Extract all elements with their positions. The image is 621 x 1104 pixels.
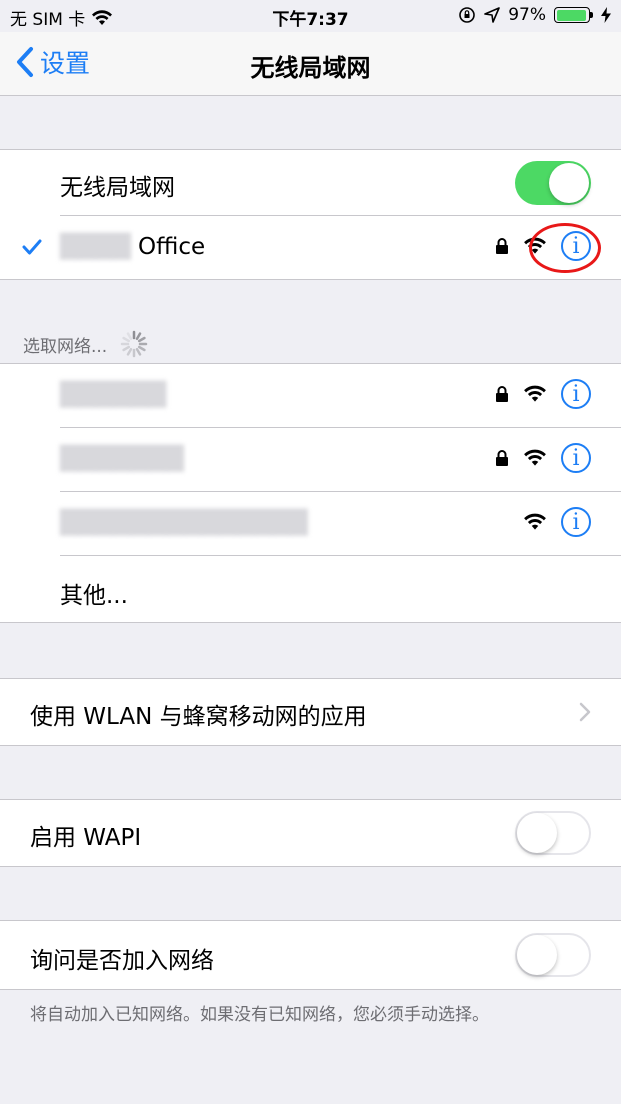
wapi-group: 启用 WAPI (0, 799, 621, 867)
navigation-bar: 设置 无线局域网 (0, 32, 621, 96)
wifi-toggle-label: 无线局域网 (60, 175, 175, 201)
wlan-apps-label: 使用 WLAN 与蜂窝移动网的应用 (30, 704, 367, 730)
network-name-redacted: ██████ (60, 382, 167, 408)
info-button[interactable]: i (561, 379, 591, 409)
network-name-redacted: ████ (60, 234, 131, 260)
apps-group: 使用 WLAN 与蜂窝移动网的应用 (0, 678, 621, 746)
wapi-row: 启用 WAPI (0, 800, 621, 866)
network-row[interactable]: ███████ i (0, 428, 621, 492)
choose-network-label: 选取网络... (23, 336, 108, 357)
toggle-knob (517, 935, 557, 975)
lock-icon (496, 238, 508, 254)
wifi-signal-icon (524, 385, 546, 402)
ask-join-group: 询问是否加入网络 (0, 920, 621, 990)
chevron-right-icon (579, 702, 591, 722)
other-network-label: 其他... (60, 583, 128, 609)
connected-network-row[interactable]: ████ Office i (0, 216, 621, 279)
battery-fill (556, 9, 586, 21)
network-row[interactable]: ██████████████ i (0, 492, 621, 556)
page-title: 无线局域网 (250, 54, 371, 82)
other-network-row[interactable]: 其他... (0, 556, 621, 622)
battery-percent: 97% (508, 5, 546, 25)
battery-icon (554, 7, 593, 23)
network-icons: i (495, 379, 591, 409)
choose-network-header: 选取网络... (23, 329, 149, 359)
ask-join-note: 将自动加入已知网络。如果没有已知网络，您必须手动选择。 (30, 1005, 489, 1025)
network-name-redacted: ██████████████ (60, 510, 308, 536)
highlight-circle (529, 223, 601, 273)
location-icon (484, 7, 501, 23)
wapi-label: 启用 WAPI (30, 825, 142, 851)
wapi-toggle[interactable] (515, 811, 591, 855)
lock-icon (496, 386, 508, 402)
orientation-lock-icon (459, 7, 476, 23)
ask-join-toggle[interactable] (515, 933, 591, 977)
status-right: 97% (458, 5, 611, 25)
toggle-knob (517, 813, 557, 853)
charging-bolt-icon (601, 7, 611, 23)
loading-spinner-icon (120, 330, 148, 358)
networks-group: ██████ i ███████ i ██████████████ i 其他..… (0, 363, 621, 623)
connected-network-name: Office (138, 234, 206, 260)
network-icons: i (495, 443, 591, 473)
checkmark-icon (22, 239, 42, 255)
wifi-group: 无线局域网 ████ Office i (0, 149, 621, 280)
ask-join-row: 询问是否加入网络 (0, 921, 621, 989)
connected-network-icons: i (495, 223, 601, 273)
ask-join-label: 询问是否加入网络 (30, 948, 214, 974)
wlan-apps-row[interactable]: 使用 WLAN 与蜂窝移动网的应用 (0, 679, 621, 745)
wifi-signal-icon (524, 449, 546, 466)
lock-icon (496, 450, 508, 466)
network-row[interactable]: ██████ i (0, 364, 621, 428)
info-button[interactable]: i (561, 443, 591, 473)
toggle-knob (549, 163, 589, 203)
network-icons: i (523, 507, 591, 537)
wifi-toggle-row: 无线局域网 (0, 150, 621, 216)
network-name-redacted: ███████ (60, 446, 184, 472)
wifi-toggle[interactable] (515, 161, 591, 205)
status-bar: 无 SIM 卡 下午7:37 97% (0, 0, 621, 32)
wifi-signal-icon (524, 513, 546, 530)
info-button[interactable]: i (561, 507, 591, 537)
